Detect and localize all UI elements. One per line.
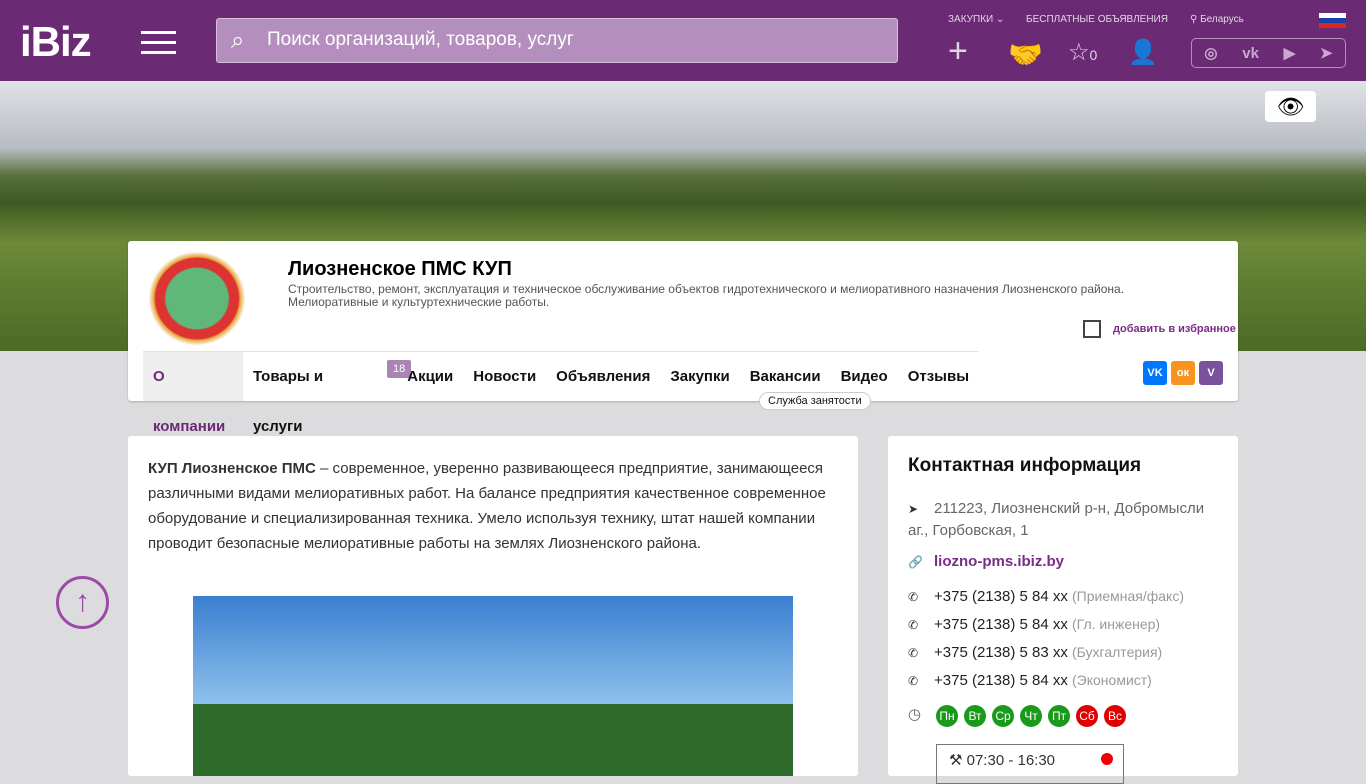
language-flag-icon[interactable] bbox=[1319, 13, 1346, 28]
add-favorite-checkbox[interactable]: добавить в избранное bbox=[1083, 320, 1236, 338]
company-name: Лиозненское ПМС КУП bbox=[288, 258, 512, 280]
social-links: ◎ vk ▶ ➤ bbox=[1191, 38, 1346, 68]
user-add-icon[interactable]: 👤 bbox=[1128, 38, 1158, 67]
tab-promotions[interactable]: Акции bbox=[397, 352, 463, 401]
share-vk-button[interactable]: VK bbox=[1143, 361, 1167, 385]
tab-procurement[interactable]: Закупки bbox=[660, 352, 739, 401]
scroll-up-button[interactable]: ↑ bbox=[56, 576, 109, 629]
company-photo bbox=[193, 596, 793, 776]
clock-icon: ◷ bbox=[908, 706, 922, 723]
phone-icon: ✆ bbox=[908, 646, 919, 660]
tab-ads[interactable]: Объявления bbox=[546, 352, 660, 401]
contact-title: Контактная информация bbox=[908, 455, 1142, 476]
phone-row[interactable]: ✆ +375 (2138) 5 84 xx (Гл. инженер) bbox=[908, 614, 1228, 636]
add-icon[interactable]: + bbox=[948, 32, 968, 71]
day-badge[interactable]: Чт bbox=[1020, 705, 1042, 727]
region-selector[interactable]: ⚲ Беларусь bbox=[1190, 14, 1244, 25]
vk-icon[interactable]: vk bbox=[1242, 45, 1259, 62]
about-text: КУП Лиозненское ПМС – современное, увере… bbox=[148, 460, 826, 552]
phone-icon: ✆ bbox=[908, 618, 919, 632]
phone-row[interactable]: ✆ +375 (2138) 5 84 xx (Приемная/факс) bbox=[908, 586, 1228, 608]
address: ➤ 211223, Лиозненский р-н, Добромысли аг.… bbox=[908, 500, 1205, 539]
share-ok-button[interactable]: ок bbox=[1171, 361, 1195, 385]
location-arrow-icon: ➤ bbox=[908, 502, 919, 516]
tab-about[interactable]: О компании bbox=[143, 352, 243, 435]
tab-reviews[interactable]: Отзывы bbox=[898, 352, 979, 401]
phone-row[interactable]: ✆ +375 (2138) 5 83 xx (Бухгалтерия) bbox=[908, 642, 1228, 664]
day-badge[interactable]: Ср bbox=[992, 705, 1014, 727]
website-link[interactable]: 🔗 liozno-pms.ibiz.by bbox=[908, 551, 1228, 573]
about-section: КУП Лиозненское ПМС – современное, увере… bbox=[128, 436, 858, 776]
phone-row[interactable]: ✆ +375 (2138) 5 84 xx (Экономист) bbox=[908, 670, 1228, 692]
employment-service-tag[interactable]: Служба занятости bbox=[759, 392, 871, 410]
handshake-icon[interactable]: 🤝 bbox=[1008, 38, 1043, 71]
favorites-icon[interactable]: ☆0 bbox=[1068, 38, 1097, 67]
company-card: Лиозненское ПМС КУП Строительство, ремон… bbox=[128, 241, 1238, 435]
link-icon: 🔗 bbox=[908, 555, 923, 569]
tab-products[interactable]: Товары и услуги 18 bbox=[243, 352, 412, 435]
tab-news[interactable]: Новости bbox=[463, 352, 546, 401]
instagram-icon[interactable]: ◎ bbox=[1204, 44, 1217, 62]
youtube-icon[interactable]: ▶ bbox=[1284, 44, 1296, 62]
phone-icon: ✆ bbox=[908, 590, 919, 604]
procurement-menu[interactable]: ЗАКУПКИ ⌄ bbox=[948, 14, 1004, 25]
menu-icon[interactable] bbox=[141, 31, 176, 61]
site-logo[interactable]: iBiz bbox=[20, 18, 92, 66]
telegram-icon[interactable]: ➤ bbox=[1320, 44, 1333, 62]
day-badge[interactable]: Пн bbox=[936, 705, 958, 727]
free-ads-link[interactable]: БЕСПЛАТНЫЕ ОБЪЯВЛЕНИЯ bbox=[1026, 14, 1168, 25]
phone-icon: ✆ bbox=[908, 674, 919, 688]
day-badge[interactable]: Вс bbox=[1104, 705, 1126, 727]
day-badge[interactable]: Сб bbox=[1076, 705, 1098, 727]
tools-icon: ⚒ bbox=[949, 752, 963, 769]
accessibility-eye-icon[interactable]: 👁 bbox=[1265, 91, 1316, 122]
contact-info: Контактная информация ➤ 211223, Лиозненск… bbox=[888, 436, 1238, 784]
company-description: Строительство, ремонт, эксплуатация и те… bbox=[288, 282, 1125, 309]
company-logo bbox=[148, 251, 246, 346]
favorites-count: 0 bbox=[1089, 47, 1098, 63]
day-badge[interactable]: Вт bbox=[964, 705, 986, 727]
search-placeholder: Поиск организаций, товаров, услуг bbox=[267, 29, 574, 50]
status-dot bbox=[1101, 753, 1113, 765]
search-input[interactable]: ⌕ Поиск организаций, товаров, услуг bbox=[216, 18, 898, 63]
top-bar: iBiz ⌕ Поиск организаций, товаров, услуг … bbox=[0, 0, 1366, 81]
search-icon: ⌕ bbox=[231, 27, 245, 54]
working-hours: ⚒ 07:30 - 16:30 bbox=[936, 744, 1124, 784]
share-viber-button[interactable]: V bbox=[1199, 361, 1223, 385]
day-badge[interactable]: Пт bbox=[1048, 705, 1070, 727]
